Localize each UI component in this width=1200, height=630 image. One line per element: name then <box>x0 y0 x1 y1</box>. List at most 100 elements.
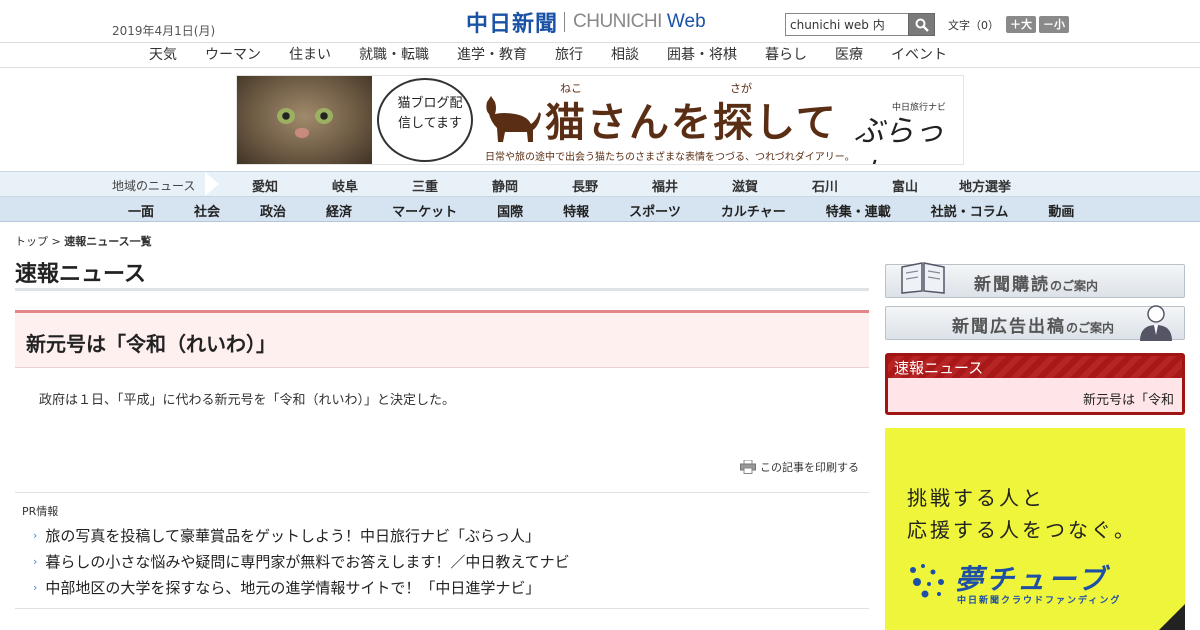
region-item-shizuoka[interactable]: 静岡 <box>465 176 545 195</box>
yume-tube-ad[interactable]: 挑戦する人と 応援する人をつなぐ。 夢チューブ 中日新聞クラウドファンディング <box>885 428 1185 630</box>
article-header: 新元号は「令和（れいわ）」 <box>15 310 869 368</box>
chevron-right-icon: › <box>33 529 38 542</box>
breadcrumb-separator: > <box>48 235 65 248</box>
ad-logo: 夢チューブ <box>955 563 1109 596</box>
category-item-medical[interactable]: 医療 <box>821 45 877 65</box>
pr-list: › 旅の写真を投稿して豪華賞品をゲットしよう！中日旅行ナビ「ぶらっ人」 › 暮らしの… <box>33 523 570 601</box>
section-item-international[interactable]: 国際 <box>477 201 543 220</box>
chevron-right-icon: › <box>33 581 38 594</box>
cat-nose <box>295 128 309 138</box>
advertise-label: 新聞広告出稿のご案内 <box>952 312 1114 337</box>
category-item-jobs[interactable]: 就職・転職 <box>345 45 443 65</box>
breaking-news-box[interactable]: 速報ニュース 新元号は「令和 <box>885 353 1185 415</box>
section-item-society[interactable]: 社会 <box>174 201 240 220</box>
cat-silhouette-icon <box>486 96 541 142</box>
font-larger-button[interactable]: ＋大 <box>1006 16 1036 33</box>
print-label: この記事を印刷する <box>760 461 859 474</box>
pr-item-text: 暮らしの小さな悩みや疑問に専門家が無料でお答えします！／中日教えてナビ <box>45 553 570 571</box>
printer-icon <box>740 460 756 474</box>
banner-subtitle: 日常や旅の途中で出会う猫たちのさまざまな表情をつづる、つれづれダイアリー。 <box>485 152 855 163</box>
category-item-education[interactable]: 進学・教育 <box>443 45 541 65</box>
logo-separator <box>564 12 566 32</box>
section-item-front[interactable]: 一面 <box>108 201 174 220</box>
section-item-special-report[interactable]: 特報 <box>543 201 609 220</box>
search-button[interactable] <box>908 13 935 36</box>
pr-item-text: 中部地区の大学を探すなら、地元の進学情報サイトで！「中日進学ナビ」 <box>45 579 541 597</box>
category-nav: 天気 ウーマン 住まい 就職・転職 進学・教育 旅行 相談 囲碁・将棋 暮らし … <box>0 42 1200 68</box>
title-divider <box>15 288 869 291</box>
ad-logo-sub: 中日新聞クラウドファンディング <box>957 596 1122 606</box>
region-item-nagano[interactable]: 長野 <box>545 176 625 195</box>
chevron-right-icon: › <box>33 555 38 568</box>
pr-item-text: 旅の写真を投稿して豪華賞品をゲットしよう！中日旅行ナビ「ぶらっ人」 <box>45 527 540 545</box>
advertise-label-sub: のご案内 <box>1066 321 1115 335</box>
current-date: 2019年4月1日(月) <box>112 24 216 38</box>
section-item-video[interactable]: 動画 <box>1028 201 1094 220</box>
ad-corner-fold <box>1159 604 1185 630</box>
section-item-sports[interactable]: スポーツ <box>609 201 701 220</box>
region-item-fukui[interactable]: 福井 <box>625 176 705 195</box>
banner-title: 猫さんを探して <box>545 99 838 146</box>
section-item-culture[interactable]: カルチャー <box>701 201 806 220</box>
subscribe-label: 新聞購読のご案内 <box>974 270 1098 295</box>
section-item-politics[interactable]: 政治 <box>240 201 306 220</box>
pr-label: PR情報 <box>22 505 59 518</box>
cat-photo <box>237 76 372 164</box>
font-smaller-button[interactable]: －小 <box>1039 16 1069 33</box>
section-item-economy[interactable]: 経済 <box>306 201 372 220</box>
cat-blog-banner[interactable]: 猫ブログ配信してます ねこ さが 猫さんを探して 日常や旅の途中で出会う猫たちの… <box>236 75 964 165</box>
subscribe-button[interactable]: 新聞購読のご案内 <box>885 262 1185 298</box>
cat-eye-left <box>277 108 295 124</box>
breaking-news-label: 速報ニュース <box>894 359 984 377</box>
pr-section: PR情報 › 旅の写真を投稿して豪華賞品をゲットしよう！中日旅行ナビ「ぶらっ人」 … <box>15 492 869 609</box>
region-nav: 地域のニュース 愛知 岐阜 三重 静岡 長野 福井 滋賀 石川 富山 地方選挙 <box>0 171 1200 197</box>
region-item-toyama[interactable]: 富山 <box>865 176 945 195</box>
category-item-living[interactable]: 暮らし <box>751 45 821 65</box>
category-item-consult[interactable]: 相談 <box>597 45 653 65</box>
ad-line-2: 応援する人をつなぐ。 <box>907 518 1137 542</box>
person-icon <box>1140 305 1172 341</box>
book-icon <box>901 262 945 294</box>
search-input[interactable] <box>785 13 908 36</box>
advertise-label-main: 新聞広告出稿 <box>952 317 1066 337</box>
site-logo[interactable]: 中日新聞 CHUNICHI Web <box>466 9 706 37</box>
region-item-ishikawa[interactable]: 石川 <box>785 176 865 195</box>
region-item-shiga[interactable]: 滋賀 <box>705 176 785 195</box>
breadcrumb: トップ > 速報ニュース一覧 <box>15 233 152 249</box>
print-article-link[interactable]: この記事を印刷する <box>740 459 859 475</box>
region-item-elections[interactable]: 地方選挙 <box>945 176 1025 195</box>
bubble-text: 猫ブログ配信してます <box>397 96 463 131</box>
breaking-news-ticker[interactable]: 新元号は「令和 <box>1083 389 1174 408</box>
article-body: 政府は１日、「平成」に代わる新元号を「令和（れいわ）」と決定した。 <box>39 393 456 408</box>
speech-bubble: 猫ブログ配信してます <box>377 78 473 162</box>
advertise-button[interactable]: 新聞広告出稿のご案内 <box>885 305 1185 341</box>
search-box <box>785 13 935 36</box>
logo-english: CHUNICHI <box>573 11 662 32</box>
pr-item[interactable]: › 暮らしの小さな悩みや疑問に専門家が無料でお答えします！／中日教えてナビ <box>33 549 570 575</box>
pr-item[interactable]: › 中部地区の大学を探すなら、地元の進学情報サイトで！「中日進学ナビ」 <box>33 575 570 601</box>
font-size-label: 文字（0） <box>948 18 999 32</box>
breadcrumb-current: 速報ニュース一覧 <box>64 235 152 248</box>
category-item-weather[interactable]: 天気 <box>135 45 191 65</box>
category-item-go-shogi[interactable]: 囲碁・将棋 <box>653 45 751 65</box>
category-item-housing[interactable]: 住まい <box>275 45 345 65</box>
category-item-travel[interactable]: 旅行 <box>541 45 597 65</box>
breadcrumb-home[interactable]: トップ <box>15 235 48 248</box>
region-arrow-icon <box>205 172 219 196</box>
category-item-event[interactable]: イベント <box>877 45 961 65</box>
section-item-features[interactable]: 特集・連載 <box>806 201 911 220</box>
region-label: 地域のニュース <box>112 179 196 193</box>
subscribe-label-main: 新聞購読 <box>974 275 1050 295</box>
brand-logo: ぶらっ人 <box>854 114 944 164</box>
section-item-market[interactable]: マーケット <box>372 201 477 220</box>
region-item-mie[interactable]: 三重 <box>385 176 465 195</box>
logo-kanji: 中日新聞 <box>466 11 559 37</box>
search-icon <box>915 18 929 32</box>
pr-item[interactable]: › 旅の写真を投稿して豪華賞品をゲットしよう！中日旅行ナビ「ぶらっ人」 <box>33 523 570 549</box>
region-item-gifu[interactable]: 岐阜 <box>305 176 385 195</box>
category-item-woman[interactable]: ウーマン <box>191 45 275 65</box>
section-item-editorial[interactable]: 社説・コラム <box>911 201 1029 220</box>
subscribe-label-sub: のご案内 <box>1050 279 1099 293</box>
page-title: 速報ニュース <box>15 262 146 287</box>
region-item-aichi[interactable]: 愛知 <box>225 176 305 195</box>
